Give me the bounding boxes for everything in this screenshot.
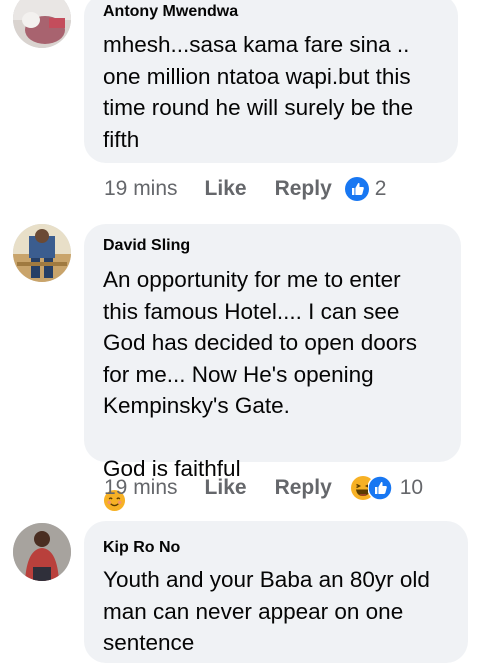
comment-author[interactable]: Antony Mwendwa [103, 2, 439, 22]
reply-button[interactable]: Reply [275, 476, 332, 500]
comment-text: Youth and your Baba an 80yr old man can … [103, 567, 430, 655]
comment-text: mhesh...sasa kama fare sina .. one milli… [103, 32, 414, 152]
comment-kip-ro-no: Kip Ro No Youth and your Baba an 80yr ol… [0, 515, 480, 665]
comment-text: An opportunity for me to enter this famo… [103, 267, 417, 418]
reply-button[interactable]: Reply [275, 177, 332, 201]
comment-actions: 19 mins Like Reply 10 [104, 473, 423, 503]
reaction-summary[interactable]: 2 [344, 177, 387, 201]
comment-timestamp[interactable]: 19 mins [104, 476, 178, 500]
like-button[interactable]: Like [205, 177, 247, 201]
comment-bubble: Antony Mwendwa mhesh...sasa kama fare si… [84, 0, 458, 163]
comment-bubble: David Sling An opportunity for me to ent… [84, 224, 461, 605]
comment-actions: 19 mins Like Reply 2 [104, 174, 386, 204]
avatar[interactable] [13, 523, 71, 581]
comment-author[interactable]: Kip Ro No [103, 538, 449, 558]
comment-bubble: Kip Ro No Youth and your Baba an 80yr ol… [84, 521, 468, 663]
comment-timestamp[interactable]: 19 mins [104, 177, 178, 201]
like-button[interactable]: Like [205, 476, 247, 500]
reaction-summary[interactable]: 10 [350, 476, 424, 500]
reaction-count: 2 [374, 177, 387, 200]
reaction-count: 10 [399, 476, 424, 499]
comment-author[interactable]: David Sling [103, 236, 442, 256]
comment-david-sling: David Sling An opportunity for me to ent… [0, 210, 480, 605]
like-reaction-icon [344, 177, 369, 201]
comment-antony-mwendwa: Antony Mwendwa mhesh...sasa kama fare si… [0, 0, 480, 210]
avatar[interactable] [13, 0, 71, 48]
avatar[interactable] [13, 224, 71, 282]
like-reaction-icon [367, 476, 392, 500]
